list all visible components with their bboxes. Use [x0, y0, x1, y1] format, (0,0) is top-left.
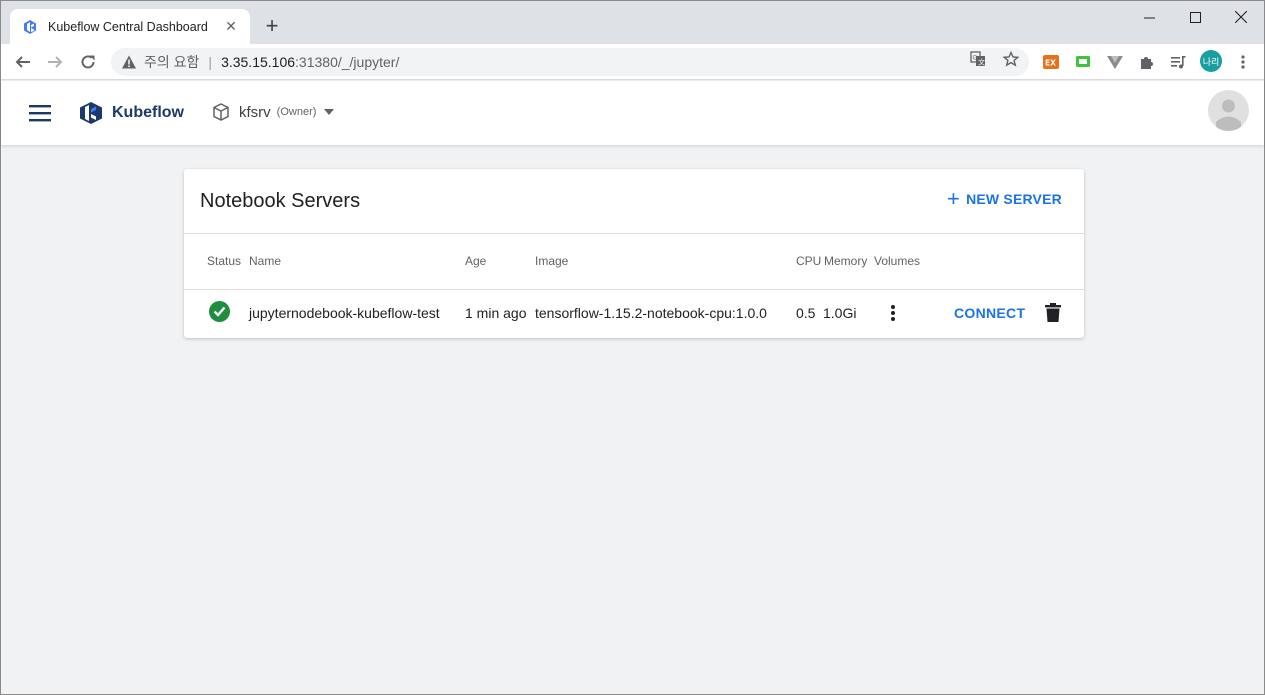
- delete-icon[interactable]: [1045, 303, 1061, 322]
- more-vert-icon-dot: [891, 311, 895, 315]
- queue-music-icon: [1171, 56, 1186, 69]
- url-separator: |: [208, 54, 213, 70]
- server-image: tensorflow-1.15.2-notebook-cpu:1.0.0: [535, 305, 767, 321]
- page-title: Notebook Servers: [200, 190, 361, 212]
- new-server-button[interactable]: + NEW SERVER: [947, 186, 1062, 211]
- chevron-down-icon: [324, 109, 335, 115]
- extension-screen-icon: [1076, 56, 1090, 67]
- translate-icon: 文G: [970, 51, 985, 67]
- server-cpu: 0.5: [796, 305, 816, 321]
- puzzle-icon: [1141, 57, 1153, 69]
- svg-text:G: G: [973, 55, 978, 62]
- forward-button[interactable]: [42, 49, 68, 75]
- tab-title: Kubeflow Central Dashboard: [48, 19, 208, 34]
- column-header-name: Name: [249, 254, 282, 268]
- more-vert-icon-dot: [891, 305, 895, 309]
- extension-vue-button[interactable]: [1106, 53, 1124, 71]
- minimize-button[interactable]: [1126, 1, 1172, 33]
- kubeflow-favicon-icon: [24, 19, 36, 34]
- menu-icon[interactable]: [28, 102, 52, 124]
- minimize-icon: [1143, 17, 1155, 18]
- volumes-menu-button[interactable]: [884, 303, 902, 323]
- url-path: :31380/_/jupyter/: [295, 54, 400, 70]
- namespace-name: kfsrv: [239, 103, 271, 121]
- column-header-status: Status: [207, 254, 242, 268]
- row-divider: [184, 289, 1084, 290]
- star-icon: [1003, 51, 1019, 67]
- server-name: jupyternodebook-kubeflow-test: [249, 305, 440, 321]
- app-name[interactable]: Kubeflow: [112, 104, 184, 122]
- back-button[interactable]: [10, 49, 36, 75]
- app-header: Kubeflow kfsrv (Owner): [1, 81, 1264, 145]
- arrow-right-icon: [48, 56, 63, 68]
- bookmark-button[interactable]: [1002, 50, 1020, 68]
- browser-tabstrip: Kubeflow Central Dashboard ✕ +: [1, 1, 1264, 44]
- cube-icon: [213, 103, 229, 121]
- account-circle-icon: [1216, 99, 1241, 131]
- svg-text:EX: EX: [1045, 59, 1056, 68]
- user-avatar[interactable]: [1208, 90, 1249, 131]
- more-vert-icon-dot: [891, 317, 895, 321]
- warning-icon: [122, 55, 136, 69]
- browser-tab[interactable]: Kubeflow Central Dashboard ✕: [10, 9, 250, 44]
- header-divider: [184, 233, 1084, 234]
- security-label: 주의 요함: [144, 54, 200, 70]
- extension-ex-icon: EX: [1043, 55, 1059, 69]
- extensions-button[interactable]: [1138, 53, 1156, 71]
- url-host: 3.35.15.106: [221, 54, 296, 70]
- close-icon: [1235, 11, 1247, 23]
- vue-devtools-icon: [1107, 56, 1123, 69]
- address-bar[interactable]: 주의 요함 | 3.35.15.106 :31380/_/jupyter/: [111, 48, 1029, 76]
- media-button[interactable]: [1169, 53, 1187, 71]
- browser-menu-button[interactable]: [1234, 53, 1252, 71]
- column-header-image: Image: [535, 254, 569, 268]
- column-header-memory: Memory: [824, 254, 868, 268]
- server-memory: 1.0Gi: [823, 305, 857, 321]
- connect-button[interactable]: CONNECT: [954, 305, 1025, 321]
- namespace-role: (Owner): [276, 106, 317, 118]
- reload-button[interactable]: [75, 49, 101, 75]
- extension-ex-button[interactable]: EX: [1042, 53, 1060, 71]
- kubeflow-logo-icon[interactable]: [78, 101, 104, 125]
- maximize-button[interactable]: [1172, 1, 1218, 33]
- translate-button[interactable]: 文G: [969, 50, 987, 68]
- add-icon: +: [947, 186, 961, 211]
- new-server-label: NEW SERVER: [966, 191, 1062, 207]
- new-tab-button[interactable]: +: [259, 14, 285, 40]
- more-vert-icon: [1241, 55, 1245, 69]
- status-ready-icon: [209, 301, 230, 322]
- maximize-icon: [1189, 11, 1201, 23]
- profile-avatar[interactable]: 나리: [1200, 50, 1222, 72]
- notebook-servers-card: Notebook Servers + NEW SERVER Status Nam…: [184, 169, 1084, 338]
- close-window-button[interactable]: [1218, 1, 1264, 33]
- extension-green-button[interactable]: [1074, 53, 1092, 71]
- svg-text:文: 文: [978, 58, 985, 67]
- namespace-selector[interactable]: kfsrv (Owner): [212, 103, 335, 121]
- check-icon: [213, 306, 226, 317]
- arrow-left-icon: [15, 56, 30, 68]
- column-header-volumes: Volumes: [874, 254, 921, 268]
- server-age: 1 min ago: [465, 305, 527, 321]
- column-header-age: Age: [465, 254, 487, 268]
- column-header-cpu: CPU: [796, 254, 822, 268]
- tab-close-icon[interactable]: ✕: [222, 18, 240, 35]
- reload-icon: [81, 55, 95, 69]
- browser-toolbar: 주의 요함 | 3.35.15.106 :31380/_/jupyter/ 文G…: [1, 44, 1264, 80]
